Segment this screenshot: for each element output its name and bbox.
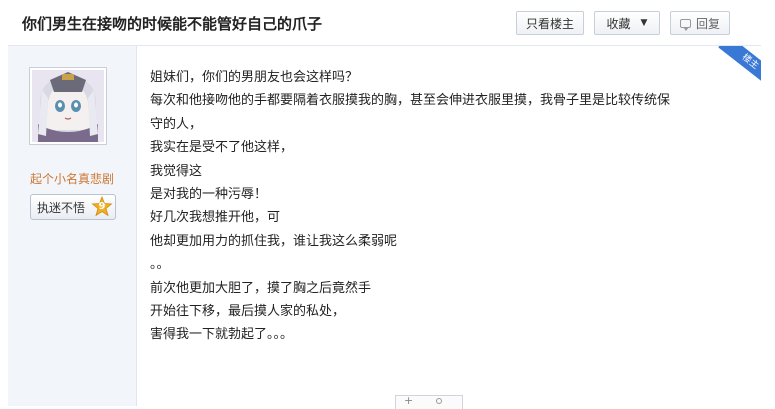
thread-header: 你们男生在接吻的时候能不能管好自己的爪子 只看楼主 收藏 ▼ 回复 xyxy=(8,0,761,46)
avatar[interactable] xyxy=(29,67,107,145)
post-toolbar[interactable]: + xyxy=(395,394,463,409)
reply-label: 回复 xyxy=(695,16,720,31)
circle-icon[interactable] xyxy=(436,398,442,404)
only-op-button[interactable]: 只看楼主 xyxy=(516,11,584,35)
reply-button[interactable]: 回复 xyxy=(670,11,730,35)
post-line: 。。 xyxy=(150,257,170,273)
post-line: 是对我的一种污辱！ xyxy=(150,186,268,202)
post-line: 我觉得这 xyxy=(150,163,203,179)
post-line: 他却更加用力的抓住我，谁让我这么柔弱呢 xyxy=(150,233,398,249)
only-op-label: 只看楼主 xyxy=(525,16,574,31)
speech-bubble-icon xyxy=(679,18,691,31)
chevron-down-icon: ▼ xyxy=(640,18,648,28)
post-line: 每次和他接吻他的手都要隔着衣服摸我的胸，甚至会伸进衣服里摸，我骨子里是比较传统保 xyxy=(150,93,671,109)
rank-level: 9 xyxy=(98,201,106,212)
post-line: 开始往下移，最后摸人家的私处， xyxy=(150,303,346,319)
post-line: 我实在是受不了他这样， xyxy=(150,140,294,156)
author-name[interactable]: 起个小名真悲剧 xyxy=(8,170,136,187)
favorite-button[interactable]: 收藏 ▼ xyxy=(594,11,660,35)
post-line: 守的人， xyxy=(150,116,203,132)
plus-icon[interactable]: + xyxy=(404,394,413,407)
author-sidebar: 起个小名真悲剧 执迷不悟 9 xyxy=(8,46,137,406)
thread-title: 你们男生在接吻的时候能不能管好自己的爪子 xyxy=(22,15,323,33)
post-line: 姐妹们，你们的男朋友也会这样吗？ xyxy=(150,70,359,85)
level-star-icon: 9 xyxy=(91,195,113,218)
post-content: 姐妹们，你们的男朋友也会这样吗？ 每次和他接吻他的手都要隔着衣服摸我的胸，甚至会伸… xyxy=(150,66,750,347)
rank-badge[interactable]: 执迷不悟 9 xyxy=(30,194,116,220)
anime-avatar-icon xyxy=(32,70,104,142)
post-line: 害得我一下就勃起了。。。 xyxy=(150,327,294,343)
post-line: 前次他更加大胆了，摸了胸之后竟然手 xyxy=(150,280,372,296)
post-line: 好几次我想推开他，可 xyxy=(150,210,281,226)
favorite-label: 收藏 xyxy=(606,16,631,31)
rank-title: 执迷不悟 xyxy=(37,200,86,215)
